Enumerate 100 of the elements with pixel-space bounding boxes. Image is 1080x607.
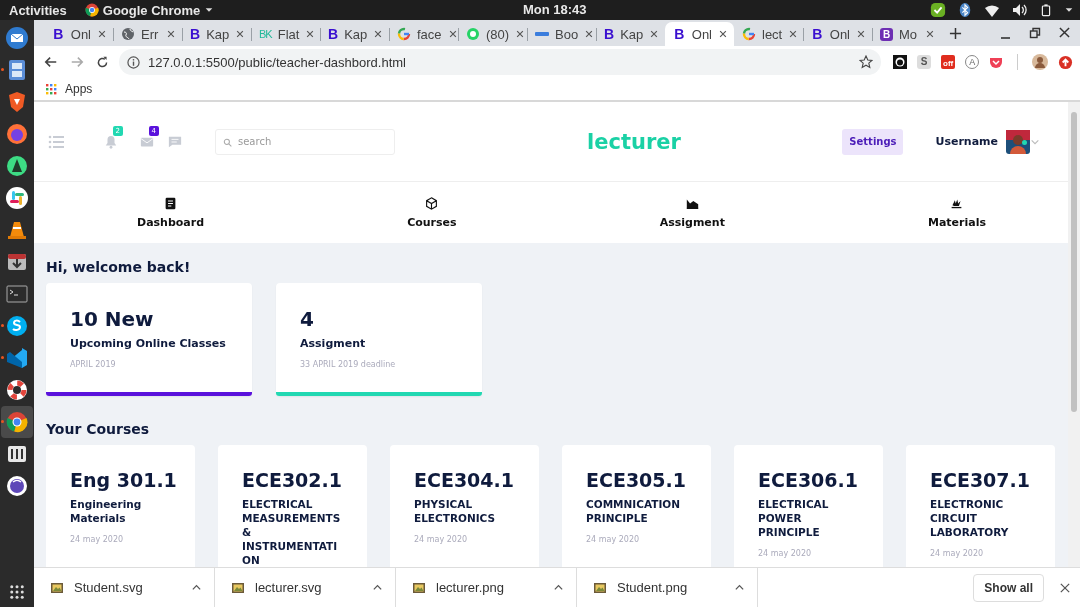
clock[interactable]: Mon 18:43 bbox=[523, 2, 587, 17]
download-item[interactable]: Student.png bbox=[577, 567, 758, 607]
letter-logo-icon: B bbox=[328, 26, 339, 42]
browser-tab[interactable]: face bbox=[389, 22, 458, 46]
course-date: 24 may 2020 bbox=[70, 535, 125, 544]
card-note: 33 APRIL 2019 deadline bbox=[300, 360, 397, 369]
close-icon[interactable] bbox=[788, 29, 799, 39]
volume-icon[interactable] bbox=[1012, 2, 1028, 18]
browser-tab[interactable]: BK Flat bbox=[251, 22, 320, 46]
close-icon[interactable] bbox=[1059, 27, 1070, 38]
browser-tab[interactable]: B Kap bbox=[596, 22, 665, 46]
star-icon[interactable] bbox=[859, 55, 873, 69]
image-file-icon bbox=[593, 580, 607, 595]
browser-tab[interactable]: B Kap bbox=[182, 22, 251, 46]
close-icon[interactable] bbox=[584, 29, 595, 39]
browser-tab[interactable]: Err bbox=[113, 22, 182, 46]
app-menu-label[interactable]: Google Chrome bbox=[102, 2, 201, 18]
close-icon[interactable] bbox=[97, 29, 107, 39]
course-card[interactable]: ECE306.1 ELECTRICAL POWER PRINCIPLE 24 may 2020 bbox=[734, 445, 883, 567]
letter-logo-icon: B bbox=[811, 26, 824, 42]
course-code: ECE304.1 bbox=[414, 469, 515, 491]
back-icon[interactable] bbox=[44, 55, 58, 69]
cat-logo-icon[interactable] bbox=[893, 55, 907, 69]
dock-app-button[interactable] bbox=[1, 406, 33, 438]
new-tab-icon[interactable] bbox=[949, 26, 962, 40]
course-title: PHYSICAL ELECTRONICS bbox=[414, 497, 497, 525]
browser-tab[interactable]: B Onl bbox=[44, 22, 113, 46]
image-file-icon bbox=[231, 580, 245, 595]
course-date: 24 may 2020 bbox=[930, 549, 985, 558]
close-icon[interactable] bbox=[235, 29, 246, 39]
heart-shield-icon[interactable] bbox=[989, 55, 1004, 69]
close-icon[interactable] bbox=[373, 29, 384, 39]
update-icon[interactable] bbox=[1058, 54, 1074, 70]
show-all-button[interactable]: Show all bbox=[973, 573, 1044, 602]
close-icon[interactable] bbox=[515, 29, 526, 39]
close-icon[interactable] bbox=[166, 29, 176, 39]
download-item[interactable]: Student.svg bbox=[34, 567, 215, 607]
browser-tab[interactable]: lect bbox=[734, 22, 803, 46]
course-code: ECE305.1 bbox=[586, 469, 687, 491]
card-note: APRIL 2019 bbox=[70, 360, 117, 369]
browser-tab[interactable]: Boo bbox=[527, 22, 596, 46]
card-label: Assigment bbox=[300, 337, 367, 350]
settings-button[interactable]: Settings bbox=[842, 128, 904, 155]
reload-icon[interactable] bbox=[96, 55, 109, 69]
course-card[interactable]: Eng 301.1 Engineering Materials 24 may 2020 bbox=[46, 445, 195, 567]
close-icon[interactable] bbox=[649, 29, 660, 39]
avatar-icon[interactable] bbox=[1032, 54, 1049, 70]
bookmark-link[interactable]: Apps bbox=[46, 82, 93, 96]
browser-tab[interactable]: B Kap bbox=[320, 22, 389, 46]
search-field[interactable]: search bbox=[215, 128, 395, 155]
nav-tab[interactable]: Materials bbox=[927, 182, 986, 243]
app-grid-icon[interactable] bbox=[8, 583, 26, 601]
cube-icon bbox=[425, 196, 439, 210]
section-heading: Hi, welcome back! bbox=[46, 259, 192, 275]
download-item[interactable]: lecturer.png bbox=[396, 567, 577, 607]
section-heading: Your Courses bbox=[46, 421, 151, 437]
chevron-up-icon bbox=[734, 582, 745, 593]
info-icon[interactable] bbox=[127, 55, 140, 69]
avatar-picture-icon[interactable] bbox=[1006, 129, 1030, 154]
nav-tab[interactable]: Dashboard bbox=[137, 182, 205, 243]
download-item[interactable]: lecturer.svg bbox=[215, 567, 396, 607]
address-bar[interactable]: 127.0.0.1:5500/public/teacher-dashbord.html bbox=[119, 49, 881, 75]
extension-button[interactable]: off bbox=[941, 55, 956, 69]
close-icon[interactable] bbox=[718, 29, 728, 39]
image-file-icon bbox=[412, 580, 426, 595]
username-label[interactable]: Username bbox=[935, 135, 998, 148]
browser-tab[interactable]: B Mo bbox=[872, 22, 941, 46]
nav-tab[interactable]: Courses bbox=[407, 182, 457, 243]
course-title: Engineering Materials bbox=[70, 497, 143, 525]
chrome-icon bbox=[84, 3, 99, 17]
course-card[interactable]: ECE305.1 COMMNICATION PRINCIPLE 24 may 2020 bbox=[562, 445, 711, 567]
letter-logo-icon: BK bbox=[259, 28, 272, 40]
course-card[interactable]: ECE302.1 ELECTRICAL MEASUREMENTS & INSTRUMENTATION bbox=[218, 445, 367, 567]
scrollbar[interactable] bbox=[1068, 102, 1080, 567]
close-icon[interactable] bbox=[925, 29, 935, 39]
course-code: ECE306.1 bbox=[758, 469, 859, 491]
chrome-icon bbox=[5, 410, 29, 434]
course-title: ELECTRICAL MEASUREMENTS & INSTRUMENTATION bbox=[242, 497, 342, 567]
browser-tab[interactable]: (80) bbox=[458, 22, 527, 46]
restore-icon[interactable] bbox=[1029, 27, 1041, 39]
course-card[interactable]: ECE307.1 ELECTRONIC CIRCUIT LABORATORY 24 may 2020 bbox=[906, 445, 1055, 567]
nav-tab[interactable]: Assigment bbox=[659, 182, 725, 243]
course-title: ELECTRONIC CIRCUIT LABORATORY bbox=[930, 497, 1010, 539]
close-icon[interactable] bbox=[305, 29, 316, 39]
browser-tab[interactable]: B Onl bbox=[665, 22, 734, 46]
browser-tab[interactable]: B Onl bbox=[803, 22, 872, 46]
close-icon[interactable] bbox=[447, 29, 458, 39]
bluetooth-icon[interactable] bbox=[958, 2, 972, 18]
close-icon[interactable] bbox=[1060, 582, 1070, 593]
close-icon[interactable] bbox=[856, 29, 866, 39]
extension-button[interactable]: S bbox=[917, 55, 931, 69]
chevron-up-icon bbox=[191, 582, 202, 593]
course-title: ELECTRICAL POWER PRINCIPLE bbox=[758, 497, 830, 539]
moon-icon bbox=[5, 474, 29, 498]
hash-icon bbox=[5, 186, 29, 210]
battery-icon[interactable] bbox=[1040, 2, 1052, 18]
course-card[interactable]: ECE304.1 PHYSICAL ELECTRONICS 24 may 2020 bbox=[390, 445, 539, 567]
activities-button[interactable]: Activities bbox=[9, 2, 67, 18]
globe-icon bbox=[121, 27, 135, 41]
check-icon[interactable] bbox=[930, 2, 946, 18]
